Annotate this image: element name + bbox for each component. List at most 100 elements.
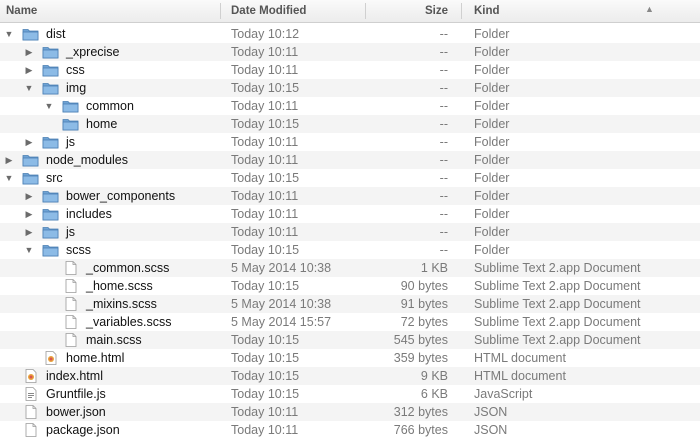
disclosure-closed-icon[interactable]: ▶ <box>24 43 34 61</box>
item-name: src <box>46 171 63 185</box>
item-date-modified: Today 10:11 <box>231 423 299 437</box>
item-kind: Folder <box>474 27 510 41</box>
item-kind: Folder <box>474 225 510 239</box>
item-kind: Sublime Text 2.app Document <box>474 297 641 311</box>
list-item[interactable]: bower.json Today 10:11 312 bytes JSON <box>0 403 700 421</box>
item-kind: Folder <box>474 171 510 185</box>
item-date-modified: Today 10:15 <box>231 243 300 257</box>
list-item[interactable]: ▼ img Today 10:15 -- Folder <box>0 79 700 97</box>
column-divider[interactable] <box>461 3 462 19</box>
list-item[interactable]: ▶ includes Today 10:11 -- Folder <box>0 205 700 223</box>
sort-ascending-icon[interactable]: ▲ <box>645 4 654 14</box>
item-kind: JSON <box>474 405 508 419</box>
document-icon <box>62 297 79 311</box>
item-name: js <box>66 135 76 149</box>
item-kind: Folder <box>474 207 510 221</box>
item-name: index.html <box>46 369 103 383</box>
item-size: -- <box>439 63 448 77</box>
document-icon <box>62 261 79 275</box>
column-header-name[interactable]: Name <box>6 0 37 22</box>
item-kind: Sublime Text 2.app Document <box>474 333 641 347</box>
folder-icon <box>22 153 39 167</box>
list-item[interactable]: home Today 10:15 -- Folder <box>0 115 700 133</box>
item-date-modified: Today 10:15 <box>231 279 300 293</box>
item-size: -- <box>439 27 448 41</box>
item-name: img <box>66 81 87 95</box>
item-name: node_modules <box>46 153 129 167</box>
item-name: common <box>86 99 134 113</box>
folder-icon <box>42 45 59 59</box>
document-icon <box>22 405 39 419</box>
item-kind: Sublime Text 2.app Document <box>474 315 641 329</box>
list-item[interactable]: _home.scss Today 10:15 90 bytes Sublime Tex… <box>0 277 700 295</box>
item-name: Gruntfile.js <box>46 387 106 401</box>
list-item[interactable]: _variables.scss 5 May 2014 15:57 72 bytes S… <box>0 313 700 331</box>
disclosure-closed-icon[interactable]: ▶ <box>4 151 14 169</box>
list-item[interactable]: ▼ src Today 10:15 -- Folder <box>0 169 700 187</box>
item-kind: HTML document <box>474 351 566 365</box>
disclosure-closed-icon[interactable]: ▶ <box>24 223 34 241</box>
disclosure-closed-icon[interactable]: ▶ <box>24 61 34 79</box>
item-name: dist <box>46 27 66 41</box>
item-kind: JavaScript <box>474 387 533 401</box>
item-date-modified: 5 May 2014 15:57 <box>231 315 332 329</box>
column-header-bar: Name Date Modified Size Kind ▲ <box>0 0 700 23</box>
item-date-modified: Today 10:11 <box>231 63 299 77</box>
folder-icon <box>42 189 59 203</box>
list-item[interactable]: ▶ css Today 10:11 -- Folder <box>0 61 700 79</box>
document-icon <box>62 315 79 329</box>
html-file-icon <box>22 369 39 383</box>
item-size: -- <box>439 189 448 203</box>
list-item[interactable]: ▶ js Today 10:11 -- Folder <box>0 223 700 241</box>
item-size: 6 KB <box>420 387 448 401</box>
item-kind: Folder <box>474 117 510 131</box>
list-item[interactable]: home.html Today 10:15 359 bytes HTML docume… <box>0 349 700 367</box>
item-size: -- <box>439 207 448 221</box>
list-item[interactable]: ▶ node_modules Today 10:11 -- Folder <box>0 151 700 169</box>
folder-icon <box>22 171 39 185</box>
list-item[interactable]: Gruntfile.js Today 10:15 6 KB JavaScript <box>0 385 700 403</box>
column-header-size[interactable]: Size <box>363 0 448 22</box>
list-item[interactable]: _mixins.scss 5 May 2014 10:38 91 bytes Subl… <box>0 295 700 313</box>
item-date-modified: Today 10:12 <box>231 27 300 41</box>
list-item[interactable]: ▼ dist Today 10:12 -- Folder <box>0 25 700 43</box>
disclosure-closed-icon[interactable]: ▶ <box>24 133 34 151</box>
list-item[interactable]: index.html Today 10:15 9 KB HTML document <box>0 367 700 385</box>
disclosure-closed-icon[interactable]: ▶ <box>24 187 34 205</box>
list-item[interactable]: ▶ _xprecise Today 10:11 -- Folder <box>0 43 700 61</box>
list-item[interactable]: ▶ js Today 10:11 -- Folder <box>0 133 700 151</box>
item-name: home.html <box>66 351 125 365</box>
list-item[interactable]: package.json Today 10:11 766 bytes JSON <box>0 421 700 439</box>
list-item[interactable]: ▼ common Today 10:11 -- Folder <box>0 97 700 115</box>
item-name: home <box>86 117 118 131</box>
item-size: -- <box>439 81 448 95</box>
item-size: -- <box>439 45 448 59</box>
item-size: -- <box>439 153 448 167</box>
disclosure-open-icon[interactable]: ▼ <box>24 241 34 259</box>
column-header-kind[interactable]: Kind <box>474 0 500 22</box>
list-item[interactable]: ▶ bower_components Today 10:11 -- Folder <box>0 187 700 205</box>
disclosure-open-icon[interactable]: ▼ <box>4 25 14 43</box>
column-divider[interactable] <box>220 3 221 19</box>
item-name: _variables.scss <box>86 315 172 329</box>
item-size: -- <box>439 99 448 113</box>
item-kind: Folder <box>474 189 510 203</box>
disclosure-open-icon[interactable]: ▼ <box>24 79 34 97</box>
item-kind: Folder <box>474 99 510 113</box>
item-date-modified: Today 10:15 <box>231 333 300 347</box>
list-item[interactable]: _common.scss 5 May 2014 10:38 1 KB Sublime … <box>0 259 700 277</box>
folder-icon <box>42 135 59 149</box>
item-date-modified: Today 10:15 <box>231 369 300 383</box>
disclosure-open-icon[interactable]: ▼ <box>4 169 14 187</box>
list-item[interactable]: ▼ scss Today 10:15 -- Folder <box>0 241 700 259</box>
disclosure-open-icon[interactable]: ▼ <box>44 97 54 115</box>
item-name: _xprecise <box>66 45 120 59</box>
list-item[interactable]: main.scss Today 10:15 545 bytes Sublime Tex… <box>0 331 700 349</box>
folder-icon <box>62 117 79 131</box>
column-header-date-modified[interactable]: Date Modified <box>231 0 306 22</box>
item-size: 72 bytes <box>400 315 448 329</box>
item-kind: Sublime Text 2.app Document <box>474 261 641 275</box>
item-name: _home.scss <box>86 279 153 293</box>
disclosure-closed-icon[interactable]: ▶ <box>24 205 34 223</box>
document-icon <box>62 279 79 293</box>
